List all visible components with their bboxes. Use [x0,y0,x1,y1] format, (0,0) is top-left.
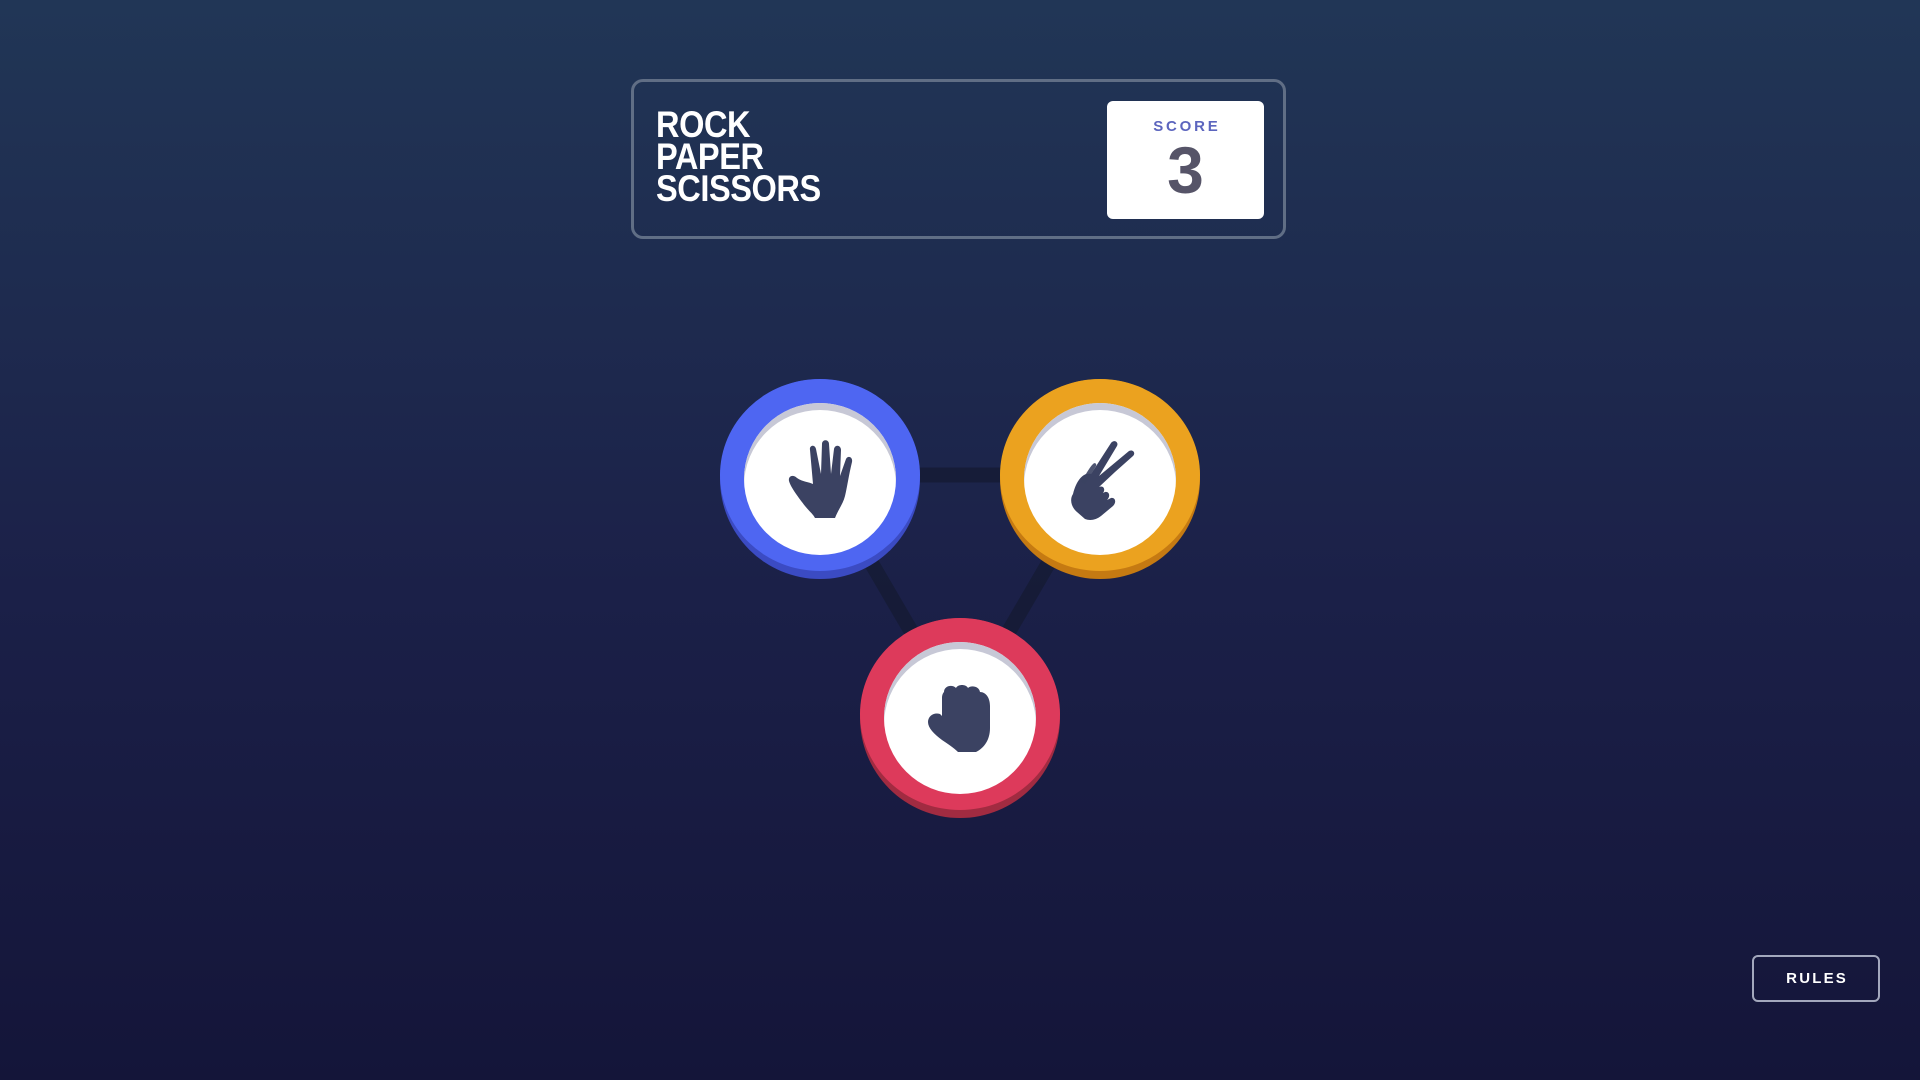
rules-button[interactable]: RULES [1752,955,1880,1002]
scissors-hand-icon [1071,441,1135,520]
rock-inner [884,642,1036,794]
scissors-inner [1024,403,1176,555]
triangle-background [806,467,1114,730]
fist-icon [928,685,990,752]
paper-choice-button[interactable] [720,379,920,579]
game-board [0,0,1920,1080]
rock-choice-button[interactable] [860,618,1060,818]
scissors-choice-button[interactable] [1000,379,1200,579]
paper-inner [744,403,896,555]
open-hand-icon [788,440,853,518]
